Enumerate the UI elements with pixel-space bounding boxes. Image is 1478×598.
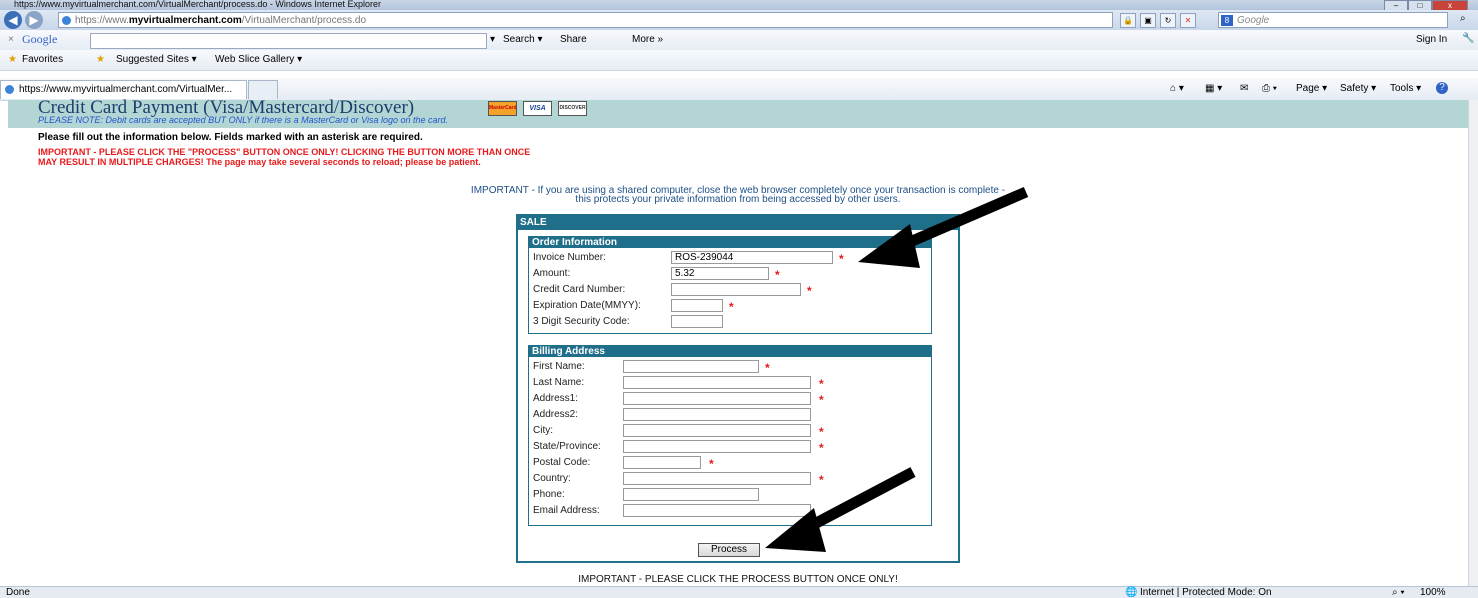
- refresh-icon[interactable]: ↻: [1160, 13, 1176, 28]
- forward-arrow-icon[interactable]: ▶: [25, 11, 43, 29]
- status-bar: Done 🌐 Internet | Protected Mode: On ⌕ ▾…: [0, 586, 1478, 598]
- address-row: ◀ ▶ https://www.myvirtualmerchant.com/Vi…: [0, 10, 1478, 30]
- zoom-icon[interactable]: ⌕ ▾: [1392, 587, 1405, 598]
- dropdown-arrow-icon[interactable]: ▾: [490, 34, 495, 45]
- compat-view-icon[interactable]: ▣: [1140, 13, 1156, 28]
- address-domain: myvirtualmerchant.com: [128, 15, 242, 26]
- arrow-to-invoice: [858, 186, 1029, 268]
- ie-tab-icon: [5, 85, 14, 94]
- status-text: Done: [6, 587, 30, 598]
- more-button[interactable]: More »: [632, 34, 663, 45]
- wrench-icon[interactable]: 🔧: [1462, 33, 1474, 44]
- zoom-level[interactable]: 100%: [1420, 587, 1446, 598]
- share-button[interactable]: Share: [560, 34, 587, 45]
- annotation-arrows: [765, 186, 1029, 552]
- address-bar[interactable]: https://www.myvirtualmerchant.com/Virtua…: [58, 12, 1113, 28]
- google-search-icon: 8: [1221, 15, 1233, 26]
- favorites-bar: ★ Favorites ★ Suggested Sites ▾ Web Slic…: [0, 50, 1478, 71]
- google-logo: Google: [22, 32, 58, 46]
- tools-menu[interactable]: Tools ▾: [1390, 83, 1421, 94]
- sign-in-link[interactable]: Sign In: [1416, 34, 1447, 45]
- google-toolbar: × Google ▾ Search ▾ Share More » Sign In…: [0, 30, 1478, 51]
- window-title: https://www.myvirtualmerchant.com/Virtua…: [14, 0, 381, 9]
- help-icon[interactable]: ?: [1436, 82, 1448, 94]
- favorites-star-icon: ★: [8, 54, 17, 65]
- mail-icon[interactable]: ✉: [1240, 83, 1248, 94]
- safety-menu[interactable]: Safety ▾: [1340, 83, 1376, 94]
- arrow-to-process: [765, 467, 916, 552]
- address-tools: 🔒 ▣ ↻ ✕: [1120, 13, 1196, 28]
- back-arrow-icon[interactable]: ◀: [4, 11, 22, 29]
- globe-icon: 🌐: [1125, 587, 1138, 598]
- page-content: Credit Card Payment (Visa/Mastercard/Dis…: [8, 97, 1468, 586]
- add-favorite-icon[interactable]: ★: [96, 54, 105, 65]
- suggested-sites-link[interactable]: Suggested Sites ▾: [116, 54, 197, 65]
- address-path: /VirtualMerchant/process.do: [241, 15, 367, 26]
- feeds-icon[interactable]: ▦ ▾: [1205, 83, 1222, 94]
- home-icon[interactable]: ⌂ ▾: [1170, 83, 1184, 94]
- google-search-button[interactable]: Search ▾: [503, 34, 542, 45]
- window-title-bar: https://www.myvirtualmerchant.com/Virtua…: [0, 0, 1478, 12]
- address-prefix: https://www.: [75, 15, 129, 26]
- search-input[interactable]: 8 Google: [1218, 12, 1448, 28]
- lock-icon[interactable]: 🔒: [1120, 13, 1136, 28]
- tab-label: https://www.myvirtualmerchant.com/Virtua…: [19, 84, 233, 95]
- print-icon[interactable]: ⎙ ▾: [1262, 83, 1277, 94]
- toolbar-close-icon[interactable]: ×: [8, 34, 14, 45]
- web-slice-gallery-link[interactable]: Web Slice Gallery ▾: [215, 54, 302, 65]
- favorites-button[interactable]: Favorites: [22, 54, 63, 65]
- search-placeholder: Google: [1237, 15, 1270, 26]
- search-magnifier-icon[interactable]: ⌕: [1460, 13, 1466, 24]
- page-menu[interactable]: Page ▾: [1296, 83, 1327, 94]
- stop-icon[interactable]: ✕: [1180, 13, 1196, 28]
- google-toolbar-input[interactable]: [90, 33, 487, 49]
- security-zone[interactable]: Internet | Protected Mode: On: [1140, 587, 1272, 598]
- window-controls: – □ x: [1384, 0, 1468, 12]
- vertical-scrollbar[interactable]: [1468, 100, 1478, 586]
- ie-page-icon: [62, 16, 71, 25]
